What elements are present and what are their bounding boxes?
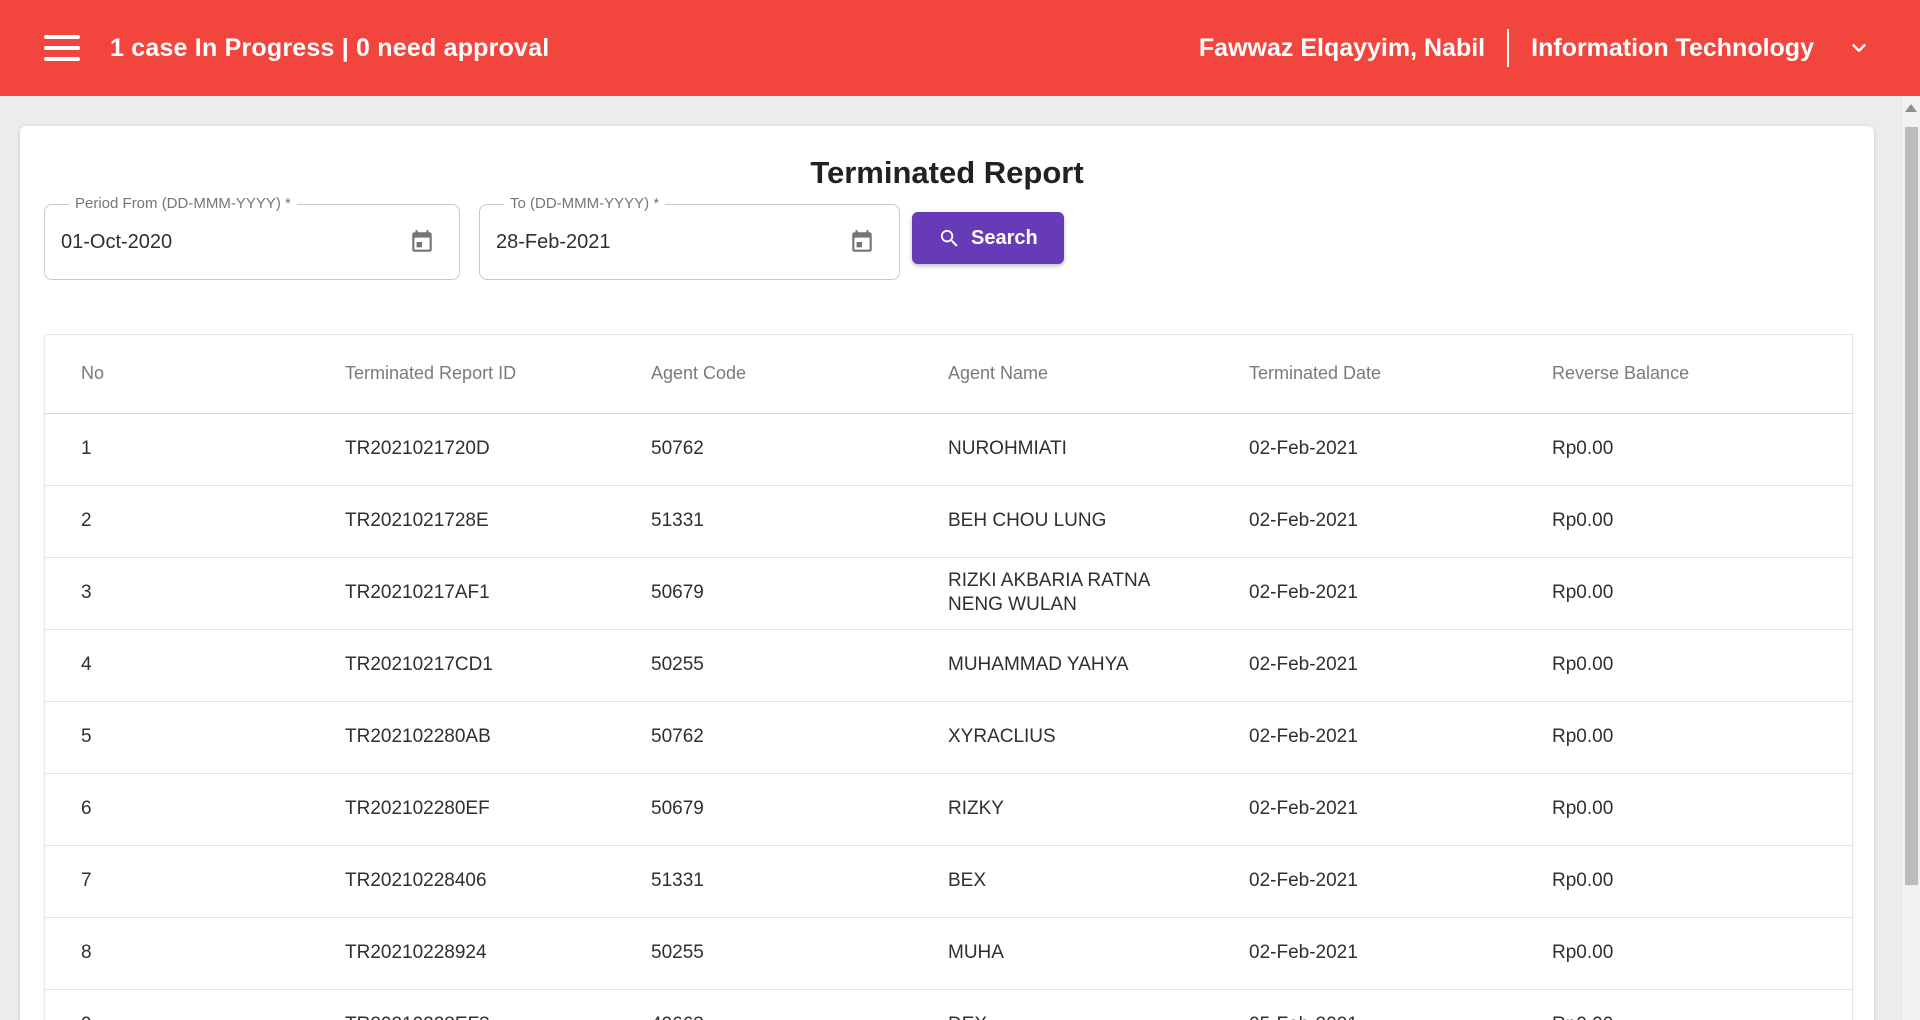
table-cell: 05-Feb-2021 <box>1213 989 1516 1020</box>
table-row: 9TR20210228EF349663DEX05-Feb-2021Rp0.00 <box>45 989 1854 1020</box>
column-header: No <box>45 335 309 413</box>
table-cell: 02-Feb-2021 <box>1213 701 1516 773</box>
period-from-field[interactable]: Period From (DD-MMM-YYYY) * 01-Oct-2020 <box>44 204 460 280</box>
table-cell: TR20210228406 <box>309 845 615 917</box>
table-cell: 02-Feb-2021 <box>1213 557 1516 629</box>
filter-row: Period From (DD-MMM-YYYY) * 01-Oct-2020 … <box>20 204 1874 280</box>
user-menu[interactable]: Fawwaz Elqayyim, Nabil Information Techn… <box>1199 29 1870 67</box>
table-cell: XYRACLIUS <box>912 701 1213 773</box>
user-department: Information Technology <box>1531 34 1814 63</box>
table-cell: 51331 <box>615 845 912 917</box>
table-row: 2TR2021021728E51331BEH CHOU LUNG02-Feb-2… <box>45 485 1854 557</box>
table-cell: 7 <box>45 845 309 917</box>
table-cell: 02-Feb-2021 <box>1213 845 1516 917</box>
table-cell: TR20210228EF3 <box>309 989 615 1020</box>
table-cell: TR2021021720D <box>309 413 615 485</box>
column-header: Terminated Report ID <box>309 335 615 413</box>
period-to-field[interactable]: To (DD-MMM-YYYY) * 28-Feb-2021 <box>479 204 900 280</box>
column-header: Agent Code <box>615 335 912 413</box>
search-button[interactable]: Search <box>912 212 1064 264</box>
table-cell: MUHAMMAD YAHYA <box>912 629 1213 701</box>
table-row: 4TR20210217CD150255MUHAMMAD YAHYA02-Feb-… <box>45 629 1854 701</box>
table-cell: 50255 <box>615 629 912 701</box>
table-cell: 50762 <box>615 413 912 485</box>
table-row: 6TR202102280EF50679RIZKY02-Feb-2021Rp0.0… <box>45 773 1854 845</box>
header-divider <box>1507 29 1509 67</box>
table-cell: 50762 <box>615 701 912 773</box>
table-cell: TR20210217AF1 <box>309 557 615 629</box>
table-cell: 49663 <box>615 989 912 1020</box>
table-cell: Rp0.00 <box>1516 917 1854 989</box>
period-from-label: Period From (DD-MMM-YYYY) * <box>69 195 297 212</box>
table-row: 8TR2021022892450255MUHA02-Feb-2021Rp0.00 <box>45 917 1854 989</box>
table-cell: 6 <box>45 773 309 845</box>
table-cell: 4 <box>45 629 309 701</box>
menu-icon[interactable] <box>44 35 80 61</box>
table-cell: Rp0.00 <box>1516 989 1854 1020</box>
vertical-scrollbar[interactable] <box>1901 96 1920 1020</box>
table-cell: 3 <box>45 557 309 629</box>
table-row: 1TR2021021720D50762NUROHMIATI02-Feb-2021… <box>45 413 1854 485</box>
table-row: 5TR202102280AB50762XYRACLIUS02-Feb-2021R… <box>45 701 1854 773</box>
results-table: NoTerminated Report IDAgent CodeAgent Na… <box>44 334 1853 1020</box>
table-cell: 50679 <box>615 773 912 845</box>
table-cell: Rp0.00 <box>1516 773 1854 845</box>
chevron-down-icon[interactable] <box>1848 37 1870 59</box>
table-cell: BEX <box>912 845 1213 917</box>
table-cell: TR20210228924 <box>309 917 615 989</box>
table-header-row: NoTerminated Report IDAgent CodeAgent Na… <box>45 335 1854 413</box>
calendar-icon[interactable] <box>849 227 879 257</box>
table-cell: TR202102280AB <box>309 701 615 773</box>
table-cell: 02-Feb-2021 <box>1213 629 1516 701</box>
table-cell: 50679 <box>615 557 912 629</box>
table-cell: 1 <box>45 413 309 485</box>
table-cell: 5 <box>45 701 309 773</box>
table-cell: RIZKY <box>912 773 1213 845</box>
table-cell: Rp0.00 <box>1516 485 1854 557</box>
table-row: 7TR2021022840651331BEX02-Feb-2021Rp0.00 <box>45 845 1854 917</box>
column-header: Reverse Balance <box>1516 335 1854 413</box>
case-status-text: 1 case In Progress | 0 need approval <box>110 34 549 63</box>
table-cell: NUROHMIATI <box>912 413 1213 485</box>
table-cell: 9 <box>45 989 309 1020</box>
search-icon <box>938 227 961 250</box>
period-to-value: 28-Feb-2021 <box>496 231 611 254</box>
table-cell: 50255 <box>615 917 912 989</box>
table-cell: 02-Feb-2021 <box>1213 773 1516 845</box>
table-row: 3TR20210217AF150679RIZKI AKBARIA RATNA N… <box>45 557 1854 629</box>
table-cell: Rp0.00 <box>1516 701 1854 773</box>
table-cell: TR202102280EF <box>309 773 615 845</box>
table-cell: Rp0.00 <box>1516 557 1854 629</box>
table-cell: TR20210217CD1 <box>309 629 615 701</box>
page-title: Terminated Report <box>20 154 1874 192</box>
user-name: Fawwaz Elqayyim, Nabil <box>1199 34 1485 63</box>
table-cell: RIZKI AKBARIA RATNA NENG WULAN <box>912 557 1213 629</box>
period-to-label: To (DD-MMM-YYYY) * <box>504 195 665 212</box>
table-body: 1TR2021021720D50762NUROHMIATI02-Feb-2021… <box>45 413 1854 1020</box>
table-cell: 51331 <box>615 485 912 557</box>
scrollbar-thumb[interactable] <box>1905 127 1918 885</box>
table-cell: Rp0.00 <box>1516 845 1854 917</box>
table-cell: 02-Feb-2021 <box>1213 413 1516 485</box>
scroll-up-arrow-icon[interactable] <box>1902 96 1920 120</box>
column-header: Terminated Date <box>1213 335 1516 413</box>
table-cell: 2 <box>45 485 309 557</box>
table-cell: TR2021021728E <box>309 485 615 557</box>
column-header: Agent Name <box>912 335 1213 413</box>
table-cell: 02-Feb-2021 <box>1213 917 1516 989</box>
app-bar: 1 case In Progress | 0 need approval Faw… <box>0 0 1920 96</box>
page-content: Terminated Report Period From (DD-MMM-YY… <box>0 96 1920 1020</box>
table-cell: 8 <box>45 917 309 989</box>
table-cell: 02-Feb-2021 <box>1213 485 1516 557</box>
calendar-icon[interactable] <box>409 227 439 257</box>
table-cell: MUHA <box>912 917 1213 989</box>
table-cell: Rp0.00 <box>1516 629 1854 701</box>
table-cell: BEH CHOU LUNG <box>912 485 1213 557</box>
report-card: Terminated Report Period From (DD-MMM-YY… <box>20 126 1874 1020</box>
table-cell: Rp0.00 <box>1516 413 1854 485</box>
search-button-label: Search <box>971 227 1038 250</box>
table-cell: DEX <box>912 989 1213 1020</box>
period-from-value: 01-Oct-2020 <box>61 231 172 254</box>
